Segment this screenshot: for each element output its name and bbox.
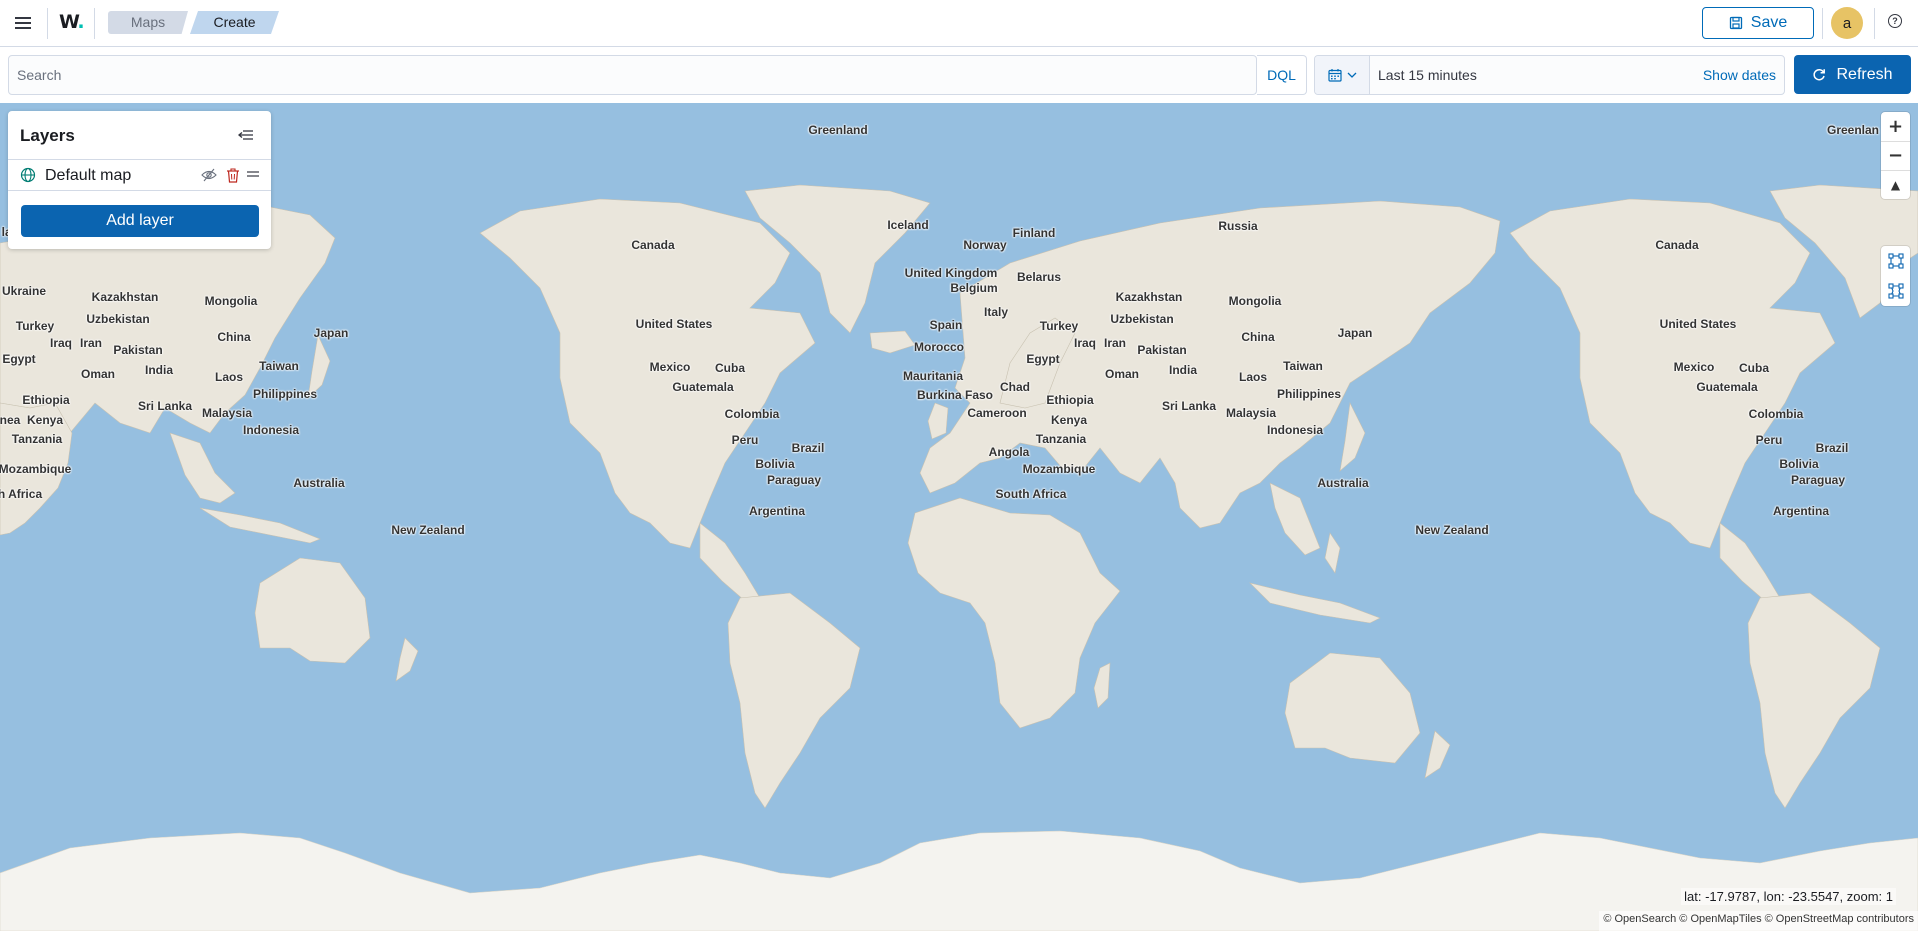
polygon-icon [1887, 283, 1904, 299]
time-range-text[interactable]: Last 15 minutes [1378, 67, 1477, 83]
land-africa [907, 497, 1121, 729]
land-north-america-east [1509, 198, 1836, 549]
zoom-in-button[interactable]: + [1881, 112, 1910, 141]
collapse-panel-icon[interactable] [237, 126, 255, 144]
land-eurasia [919, 200, 1501, 529]
user-avatar[interactable]: a [1831, 7, 1863, 39]
breadcrumb-maps[interactable]: Maps [108, 11, 188, 34]
draw-rectangle-button[interactable] [1881, 246, 1910, 276]
coordinates-readout: lat: -17.9787, lon: -23.5547, zoom: 1 [1681, 888, 1896, 905]
land-sea-asia-west [169, 432, 236, 504]
layer-name[interactable]: Default map [45, 167, 131, 185]
refresh-label: Refresh [1836, 65, 1893, 83]
land-indonesia-west [199, 507, 321, 544]
save-icon [1729, 16, 1742, 30]
trash-icon[interactable] [226, 168, 240, 183]
land-japan [1339, 401, 1366, 472]
layer-row[interactable]: Default map [8, 159, 271, 191]
query-language-button[interactable]: DQL [1257, 55, 1307, 95]
land-nz [1424, 730, 1451, 779]
land-nz-west [395, 637, 419, 682]
help-icon[interactable]: ? [1888, 14, 1902, 28]
map-attribution[interactable]: © OpenSearch © OpenMapTiles © OpenStreet… [1599, 911, 1918, 931]
menu-icon[interactable] [10, 10, 36, 36]
header-divider [1822, 8, 1823, 39]
land-north-america [479, 198, 816, 549]
land-australia-west [254, 557, 371, 664]
land-philippines [1324, 532, 1341, 574]
chevron-down-icon [1347, 72, 1356, 78]
land-south-america [727, 592, 861, 809]
add-layer-button[interactable]: Add layer [21, 205, 259, 237]
navigation-control: + − ▲ [1881, 112, 1910, 199]
land-indonesia [1249, 582, 1381, 624]
land-australia [1284, 652, 1421, 764]
draw-control [1881, 246, 1910, 306]
show-dates-link[interactable]: Show dates [1703, 67, 1776, 83]
header-divider [1874, 8, 1875, 39]
query-bar: DQL Last 15 minutes Show dates Refresh [0, 47, 1918, 103]
header-divider [94, 8, 95, 39]
land-south-america-east [1747, 592, 1881, 809]
map-canvas[interactable]: Greenland Greenlan Iceland Norway Finlan… [0, 103, 1918, 931]
refresh-icon [1813, 68, 1826, 80]
land-uk [927, 402, 949, 440]
land-japan-west [307, 333, 331, 399]
header-divider [47, 8, 48, 39]
eye-closed-icon[interactable] [201, 168, 217, 182]
globe-icon [20, 167, 36, 183]
layers-panel-title: Layers [20, 126, 75, 145]
basemap [0, 184, 1918, 931]
search-box [8, 55, 1257, 95]
app-header: W. Maps Create Save a ? [0, 0, 1918, 47]
land-iceland [869, 330, 916, 354]
compass-reset-button[interactable]: ▲ [1881, 170, 1910, 199]
search-input[interactable] [9, 56, 1257, 94]
land-africa-west [0, 402, 73, 536]
calendar-icon [1327, 69, 1342, 82]
land-central-america [699, 522, 761, 602]
date-picker: Last 15 minutes Show dates [1314, 55, 1785, 95]
quick-menu-button[interactable] [1315, 56, 1370, 94]
land-sea-asia [1269, 482, 1321, 556]
refresh-button[interactable]: Refresh [1794, 55, 1911, 94]
compass-icon: ▲ [1890, 177, 1901, 192]
draw-polygon-button[interactable] [1881, 276, 1910, 306]
breadcrumb-create: Create [190, 11, 279, 34]
land-madagascar [1093, 662, 1111, 709]
save-button[interactable]: Save [1702, 7, 1814, 39]
layers-panel: Layers Default map Add layer [8, 111, 271, 249]
land-central-america-east [1719, 522, 1781, 602]
drag-handle-icon[interactable] [247, 170, 259, 178]
app-logo[interactable]: W. [59, 11, 85, 33]
bounding-box-icon [1887, 253, 1904, 269]
save-label: Save [1750, 14, 1788, 31]
zoom-out-button[interactable]: − [1881, 141, 1910, 170]
